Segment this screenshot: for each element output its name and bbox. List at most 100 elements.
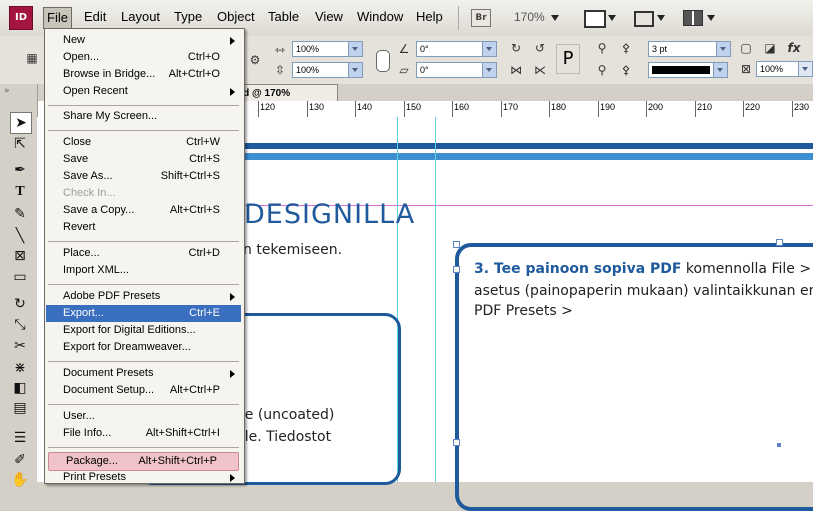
menu-item-file-info[interactable]: File Info... Alt+Shift+Ctrl+I	[46, 425, 241, 442]
menu-view[interactable]: View	[315, 9, 343, 24]
rotate-dropdown-icon[interactable]	[482, 42, 496, 56]
menu-item-browse-in-bridge[interactable]: Browse in Bridge... Alt+Ctrl+O	[46, 66, 241, 83]
menu-item-export-for-dreamweaver[interactable]: Export for Dreamweaver...	[46, 339, 241, 356]
menu-item-export-for-digital-editions[interactable]: Export for Digital Editions...	[46, 322, 241, 339]
select-next-icon[interactable]: ⚴	[618, 40, 634, 56]
menu-item-new[interactable]: New	[46, 32, 241, 49]
ruler-label: 130	[309, 102, 325, 112]
selection-tool-icon[interactable]: ➤	[10, 112, 32, 134]
scale-tool-icon[interactable]: ⤡	[10, 315, 30, 335]
scale-y-dropdown-icon[interactable]	[348, 63, 362, 77]
menu-item-document-setup[interactable]: Document Setup... Alt+Ctrl+P	[46, 382, 241, 399]
select-content-icon[interactable]: ⚲	[594, 62, 610, 78]
rectangle-frame-tool-icon[interactable]: ⊠	[10, 246, 30, 266]
zoom-level[interactable]: 170%	[514, 10, 545, 24]
scissors-tool-icon[interactable]: ✂	[10, 336, 30, 356]
menu-item-close[interactable]: Close Ctrl+W	[46, 134, 241, 151]
scale-x-value: 100%	[296, 44, 320, 54]
free-transform-tool-icon[interactable]: ⋇	[10, 358, 30, 378]
menu-type[interactable]: Type	[174, 9, 202, 24]
stroke-weight-dropdown-icon[interactable]	[716, 42, 730, 56]
shear-icon: ▱	[399, 63, 409, 77]
menu-table[interactable]: Table	[268, 9, 299, 24]
scale-y-field[interactable]: 100%	[292, 62, 363, 78]
stroke-weight-field[interactable]: 3 pt	[648, 41, 731, 57]
menu-item-print-presets[interactable]: Print Presets	[46, 469, 241, 486]
frame-handle-bl[interactable]	[453, 439, 460, 446]
menu-item-label: Print Presets	[63, 471, 126, 483]
rectangle-tool-icon[interactable]: ▭	[10, 267, 30, 287]
view-options-dropdown-icon[interactable]	[608, 15, 616, 21]
bridge-icon[interactable]: Br	[471, 9, 491, 27]
path-direction-icon[interactable]: P	[556, 44, 580, 74]
menu-item-user[interactable]: User...	[46, 408, 241, 425]
menu-item-revert[interactable]: Revert	[46, 219, 241, 236]
rotate-field[interactable]: 0°	[416, 41, 497, 57]
gradient-feather-tool-icon[interactable]: ▤	[10, 398, 30, 418]
menu-item-shortcut: Ctrl+O	[187, 51, 220, 63]
menu-item-adobe-pdf-presets[interactable]: Adobe PDF Presets	[46, 288, 241, 305]
type-tool-icon[interactable]: T	[10, 182, 30, 202]
menu-file[interactable]: File	[43, 7, 72, 29]
rotate-cw-icon[interactable]: ↻	[508, 40, 524, 56]
menu-item-save-as[interactable]: Save As... Shift+Ctrl+S	[46, 168, 241, 185]
menu-item-place[interactable]: Place... Ctrl+D	[46, 245, 241, 262]
flip-vertical-icon[interactable]: ⋉	[532, 62, 548, 78]
menu-item-save[interactable]: Save Ctrl+S	[46, 151, 241, 168]
stroke-type-dropdown-icon[interactable]	[713, 63, 727, 77]
frame-icon[interactable]: ▢	[738, 40, 754, 56]
line-tool-icon[interactable]: ╲	[10, 226, 30, 246]
frame-handle-tc[interactable]	[776, 239, 783, 246]
direct-selection-tool-icon[interactable]: ⇱	[10, 134, 30, 154]
menu-edit[interactable]: Edit	[84, 9, 106, 24]
menu-item-open[interactable]: Open... Ctrl+O	[46, 49, 241, 66]
menu-object[interactable]: Object	[217, 9, 255, 24]
frame-handle-ml[interactable]	[453, 266, 460, 273]
screen-mode-icon[interactable]	[634, 11, 654, 27]
menu-item-document-presets[interactable]: Document Presets	[46, 365, 241, 382]
hand-tool-icon[interactable]: ✋	[10, 470, 30, 490]
menu-layout[interactable]: Layout	[121, 9, 160, 24]
menu-item-share-my-screen[interactable]: Share My Screen...	[46, 108, 241, 125]
menu-window[interactable]: Window	[357, 9, 403, 24]
scale-y-value: 100%	[296, 65, 320, 75]
shear-field[interactable]: 0°	[416, 62, 497, 78]
flip-horizontal-icon[interactable]: ⋈	[508, 62, 524, 78]
view-options-icon[interactable]	[584, 10, 606, 28]
reference-point-icon[interactable]: ▦	[24, 50, 40, 66]
frame-handle-tl[interactable]	[453, 241, 460, 248]
menu-item-save-a-copy[interactable]: Save a Copy... Alt+Ctrl+S	[46, 202, 241, 219]
arrange-dropdown-icon[interactable]	[707, 15, 715, 21]
frame-center-point[interactable]	[777, 443, 781, 447]
opacity-field[interactable]: 100%	[756, 61, 813, 77]
pen-tool-icon[interactable]: ✒	[10, 160, 30, 180]
menu-item-shortcut: Alt+Ctrl+P	[169, 384, 220, 396]
menu-item-export[interactable]: Export... Ctrl+E	[46, 305, 241, 322]
submenu-arrow-icon	[230, 37, 235, 45]
rotate-ccw-icon[interactable]: ↺	[532, 40, 548, 56]
menu-help[interactable]: Help	[416, 9, 443, 24]
arrange-documents-icon[interactable]	[683, 10, 703, 26]
menu-item-import-xml[interactable]: Import XML...	[46, 262, 241, 279]
menu-item-label: Place...	[63, 247, 100, 259]
effects-icon[interactable]: fx	[786, 40, 802, 56]
zoom-dropdown-icon[interactable]	[551, 15, 559, 21]
document-tab[interactable]: dd @ 170%	[232, 84, 338, 102]
gradient-tool-icon[interactable]: ◧	[10, 378, 30, 398]
eyedropper-tool-icon[interactable]: ✐	[10, 450, 30, 470]
select-container-icon[interactable]: ⚲	[594, 40, 610, 56]
scale-x-field[interactable]: 100%	[292, 41, 363, 57]
scale-x-dropdown-icon[interactable]	[348, 42, 362, 56]
opacity-arrow-icon[interactable]	[798, 62, 812, 76]
rotate-tool-icon[interactable]: ↻	[10, 294, 30, 314]
panel-collapse-icon[interactable]: »	[4, 86, 10, 96]
menu-item-open-recent[interactable]: Open Recent	[46, 83, 241, 100]
note-tool-icon[interactable]: ☰	[10, 428, 30, 448]
screen-mode-dropdown-icon[interactable]	[657, 15, 665, 21]
select-previous-icon[interactable]: ⚴	[618, 62, 634, 78]
drop-shadow-icon[interactable]: ◪	[762, 40, 778, 56]
constrain-proportions-icon[interactable]	[376, 50, 390, 72]
pencil-tool-icon[interactable]: ✎	[10, 204, 30, 224]
stroke-type-field[interactable]	[648, 62, 728, 78]
shear-dropdown-icon[interactable]	[482, 63, 496, 77]
